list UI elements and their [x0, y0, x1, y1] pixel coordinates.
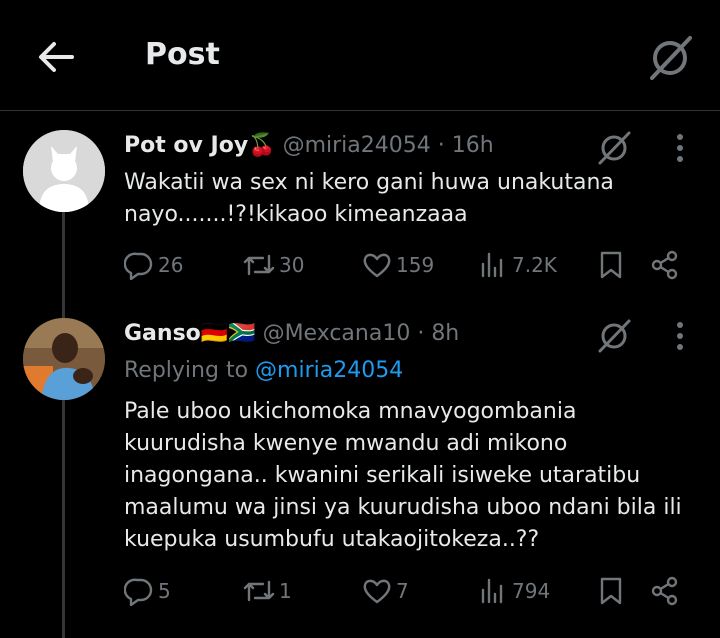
- more-options-icon[interactable]: [666, 318, 694, 354]
- post-text: Wakatii wa sex ni kero gani huwa unakuta…: [124, 167, 694, 231]
- author-row: Ganso🇩🇪🇿🇦 @Mexcana10 · 8h: [124, 321, 459, 346]
- post-text-line: kuurudisha kwenye mwandu adi mikono: [124, 431, 568, 456]
- more-options-icon[interactable]: [666, 130, 694, 166]
- views-icon: [481, 578, 503, 604]
- post-text-line: Wakatii wa sex ni kero gani huwa unakuta…: [124, 170, 614, 195]
- repost-count: 30: [279, 253, 305, 277]
- heart-icon: [363, 579, 391, 604]
- profile-photo: [23, 318, 105, 400]
- replying-to: Replying to @miria24054: [124, 358, 403, 383]
- grok-icon[interactable]: [646, 34, 694, 82]
- bookmark-icon[interactable]: [596, 250, 626, 280]
- grok-icon[interactable]: [596, 318, 632, 354]
- like-count: 159: [396, 253, 435, 277]
- view-count: 7.2K: [512, 253, 557, 277]
- heart-icon: [363, 253, 391, 278]
- post-time[interactable]: · 16h: [438, 133, 494, 158]
- like-button[interactable]: 159: [362, 250, 434, 280]
- thread-connector-line: [62, 212, 65, 638]
- post-text: Pale uboo ukichomoka mnavyogombania kuur…: [124, 396, 694, 556]
- default-avatar-icon: [23, 130, 105, 212]
- repost-icon: [243, 254, 275, 276]
- post-text-line: kuepuka usumbufu utakaojitokeza..??: [124, 527, 540, 552]
- back-arrow-icon[interactable]: [34, 35, 78, 79]
- post-text-line: Pale uboo ukichomoka mnavyogombania: [124, 399, 577, 424]
- view-count: 794: [512, 579, 551, 603]
- post-text-line: maalumu wa jinsi ya kuurudisha uboo ndan…: [124, 495, 682, 520]
- like-button[interactable]: 7: [362, 576, 409, 606]
- replying-to-label: Replying to: [124, 358, 249, 383]
- author-handle[interactable]: @Mexcana10: [263, 321, 411, 346]
- post-text-line: inagongana.. kwanini serikali isiweke ut…: [124, 463, 641, 488]
- share-icon[interactable]: [650, 250, 680, 280]
- reply-button[interactable]: 26: [124, 250, 183, 280]
- reply-icon: [124, 578, 153, 606]
- author-row: Pot ov Joy🍒 @miria24054 · 16h: [124, 133, 494, 158]
- grok-icon[interactable]: [596, 130, 632, 166]
- repost-button[interactable]: 30: [243, 250, 304, 280]
- views-icon: [481, 252, 503, 278]
- page-title: Post: [145, 37, 220, 72]
- post-time[interactable]: · 8h: [417, 321, 459, 346]
- views-button[interactable]: 7.2K: [478, 250, 557, 280]
- views-button[interactable]: 794: [478, 576, 550, 606]
- author-handle[interactable]: @miria24054: [283, 133, 431, 158]
- bookmark-icon[interactable]: [596, 576, 626, 606]
- post-text-line: nayo.......!?!kikaoo kimeanzaaa: [124, 202, 468, 227]
- avatar[interactable]: [23, 318, 105, 400]
- avatar[interactable]: [23, 130, 105, 212]
- top-bar: Post: [0, 0, 720, 111]
- repost-button[interactable]: 1: [243, 576, 292, 606]
- replying-to-handle[interactable]: @miria24054: [255, 358, 403, 383]
- repost-icon: [243, 580, 275, 602]
- share-icon[interactable]: [650, 576, 680, 606]
- author-name[interactable]: Ganso🇩🇪🇿🇦: [124, 321, 256, 346]
- reply-count: 5: [158, 579, 171, 603]
- reply-icon: [124, 252, 153, 280]
- repost-count: 1: [279, 579, 292, 603]
- reply-count: 26: [158, 253, 184, 277]
- like-count: 7: [396, 579, 409, 603]
- reply-button[interactable]: 5: [124, 576, 171, 606]
- author-name[interactable]: Pot ov Joy🍒: [124, 133, 276, 158]
